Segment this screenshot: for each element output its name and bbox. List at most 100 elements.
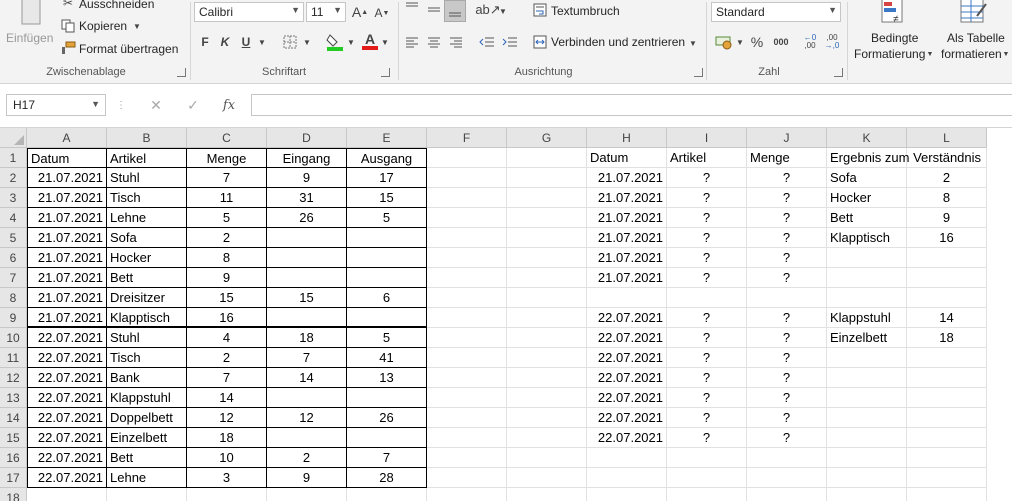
cell-b6[interactable]: Hocker [107,248,187,268]
cell-k18[interactable] [827,488,907,501]
row-header-9[interactable]: 9 [0,308,27,328]
enter-icon[interactable]: ✓ [184,96,202,114]
cell-i8[interactable] [667,288,747,308]
cell-d6[interactable] [267,248,347,268]
chevron-down-icon[interactable]: ▼ [926,48,934,60]
cell-k17[interactable] [827,468,907,488]
cell-c11[interactable]: 2 [187,348,267,368]
cell-j3[interactable]: ? [747,188,827,208]
insert-function-button[interactable]: fx [220,96,238,114]
cell-e8[interactable]: 6 [347,288,427,308]
cell-a15[interactable]: 22.07.2021 [27,428,107,448]
cell-c10[interactable]: 4 [187,328,267,348]
increase-indent-icon[interactable] [500,34,520,50]
format-as-table-button[interactable]: Als Tabelle [947,31,1005,45]
cell-d2[interactable]: 9 [267,168,347,188]
cell-e10[interactable]: 5 [347,328,427,348]
copy-button[interactable]: Kopieren [79,19,127,33]
cell-h8[interactable] [587,288,667,308]
cell-d5[interactable] [267,228,347,248]
cell-e15[interactable] [347,428,427,448]
cell-g2[interactable] [507,168,587,188]
paste-button[interactable]: Einfügen [6,31,53,45]
cell-b2[interactable]: Stuhl [107,168,187,188]
cell-k14[interactable] [827,408,907,428]
cell-a8[interactable]: 21.07.2021 [27,288,107,308]
cell-h2[interactable]: 21.07.2021 [587,168,667,188]
column-header-j[interactable]: J [747,128,827,148]
cell-j13[interactable]: ? [747,388,827,408]
row-header-7[interactable]: 7 [0,268,27,288]
row-header-1[interactable]: 1 [0,148,27,168]
cell-l5[interactable]: 16 [907,228,987,248]
cell-i11[interactable]: ? [667,348,747,368]
cell-h12[interactable]: 22.07.2021 [587,368,667,388]
cell-j18[interactable] [747,488,827,501]
formula-input[interactable] [251,94,1012,116]
cell-b18[interactable] [107,488,187,501]
cell-l12[interactable] [907,368,987,388]
row-header-13[interactable]: 13 [0,388,27,408]
cell-i10[interactable]: ? [667,328,747,348]
cell-g14[interactable] [507,408,587,428]
cell-d9[interactable] [267,308,347,328]
cell-d1[interactable]: Eingang [267,148,347,168]
cell-a7[interactable]: 21.07.2021 [27,268,107,288]
cell-i1[interactable]: Artikel [667,148,747,168]
cell-e17[interactable]: 28 [347,468,427,488]
cell-c1[interactable]: Menge [187,148,267,168]
cell-e12[interactable]: 13 [347,368,427,388]
row-header-8[interactable]: 8 [0,288,27,308]
cell-h6[interactable]: 21.07.2021 [587,248,667,268]
chevron-down-icon[interactable]: ▼ [257,35,267,49]
cell-h15[interactable]: 22.07.2021 [587,428,667,448]
cell-e11[interactable]: 41 [347,348,427,368]
paste-icon[interactable] [14,0,48,28]
cell-b11[interactable]: Tisch [107,348,187,368]
cell-l13[interactable] [907,388,987,408]
cell-c14[interactable]: 12 [187,408,267,428]
cell-c8[interactable]: 15 [187,288,267,308]
row-header-12[interactable]: 12 [0,368,27,388]
column-header-k[interactable]: K [827,128,907,148]
cell-i2[interactable]: ? [667,168,747,188]
conditional-formatting-button[interactable]: Bedingte [871,31,918,45]
cell-d17[interactable]: 9 [267,468,347,488]
cell-c18[interactable] [187,488,267,501]
cell-d3[interactable]: 31 [267,188,347,208]
cell-g10[interactable] [507,328,587,348]
chevron-down-icon[interactable]: ▼ [688,36,698,50]
cell-l16[interactable] [907,448,987,468]
cell-j8[interactable] [747,288,827,308]
align-left-icon[interactable] [403,34,421,50]
cell-d10[interactable]: 18 [267,328,347,348]
cell-k1[interactable]: Ergebnis zum Verständnis [827,148,981,168]
cell-j16[interactable] [747,448,827,468]
cell-g13[interactable] [507,388,587,408]
cell-g7[interactable] [507,268,587,288]
percent-button[interactable]: % [749,33,765,51]
cell-h14[interactable]: 22.07.2021 [587,408,667,428]
thousands-separator-button[interactable]: 000 [770,35,792,49]
cell-d14[interactable]: 12 [267,408,347,428]
cell-f4[interactable] [427,208,507,228]
chevron-down-icon[interactable]: ▼ [132,20,142,32]
cell-k16[interactable] [827,448,907,468]
cell-g4[interactable] [507,208,587,228]
cell-b12[interactable]: Bank [107,368,187,388]
cell-k15[interactable] [827,428,907,448]
cell-k8[interactable] [827,288,907,308]
cell-c2[interactable]: 7 [187,168,267,188]
row-header-11[interactable]: 11 [0,348,27,368]
cell-k4[interactable]: Bett [827,208,907,228]
chevron-down-icon[interactable]: ▼ [498,4,508,18]
cell-k7[interactable] [827,268,907,288]
cell-l3[interactable]: 8 [907,188,987,208]
cell-g3[interactable] [507,188,587,208]
cell-e9[interactable] [347,308,427,328]
cell-k5[interactable]: Klapptisch [827,228,907,248]
cell-e16[interactable]: 7 [347,448,427,468]
cell-b3[interactable]: Tisch [107,188,187,208]
chevron-down-icon[interactable]: ▼ [302,35,312,49]
chevron-down-icon[interactable]: ▼ [1002,48,1010,60]
